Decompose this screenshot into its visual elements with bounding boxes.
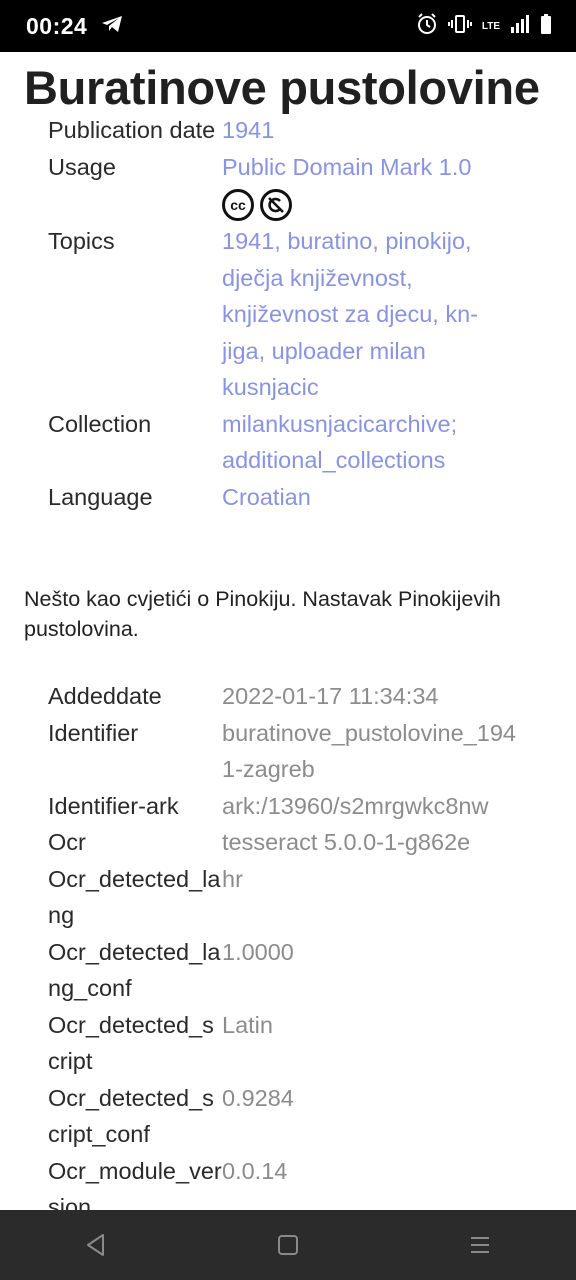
telegram-icon: [101, 15, 123, 38]
details-row: Identifier-ark ark:/13960/s2mrgwkc8nw: [48, 788, 528, 825]
menu-button[interactable]: [450, 1225, 510, 1265]
details-row: Ocr tesseract 5.0.0-1-g862e: [48, 824, 528, 861]
details-row: Addeddate 2022-01-17 11:34:34: [48, 678, 528, 715]
metadata-key: Usage: [48, 153, 116, 180]
details-key: Ocr_detected_script_conf: [48, 1084, 214, 1148]
metadata-key: Publication date: [48, 117, 216, 143]
details-row: Ocr_detected_script_conf 0.9284: [48, 1080, 528, 1153]
details-value: buratinove_pustolovine_1941-zagreb: [222, 719, 516, 783]
details-value: 0.9284: [222, 1084, 294, 1111]
metadata-value-link[interactable]: Croatian: [222, 479, 518, 516]
details-key: Ocr_module_version: [48, 1157, 222, 1211]
details-value: tesseract 5.0.0-1-g862e: [222, 829, 471, 855]
network-lte-label: LTE: [481, 20, 500, 32]
details-value: 0.0.14: [222, 1157, 288, 1184]
status-time: 00:24: [26, 12, 88, 39]
metadata-key: Language: [48, 483, 153, 510]
license-icons: cc: [222, 185, 518, 223]
details-table: Addeddate 2022-01-17 11:34:34 Identifier…: [48, 678, 528, 1210]
details-key: Ocr_detected_script: [48, 1011, 214, 1075]
creative-commons-icon[interactable]: cc: [222, 189, 254, 221]
back-button[interactable]: [66, 1225, 126, 1265]
navigation-bar: [0, 1210, 576, 1280]
details-value: 2022-01-17 11:34:34: [222, 683, 439, 709]
details-value: hr: [222, 865, 243, 892]
details-row: Ocr_detected_lang_conf 1.0000: [48, 934, 528, 1007]
status-bar: 00:24 LTE: [0, 0, 576, 52]
metadata-value-link[interactable]: 1941, buratino, pinokijo, dječja književ…: [222, 223, 518, 406]
details-row: Ocr_detected_lang hr: [48, 861, 528, 934]
details-row: Ocr_detected_script Latin: [48, 1007, 528, 1080]
metadata-table: Publication date 1941 Usage Public Domai…: [48, 112, 528, 515]
metadata-key: Topics: [48, 228, 115, 254]
vibrate-icon: [447, 14, 472, 39]
item-description: Nešto kao cvjetići o Pinokiju. Nastavak …: [24, 587, 501, 641]
details-row: Identifier buratinove_pustolovine_1941-z…: [48, 715, 528, 788]
metadata-value-link[interactable]: Public Domain Mark 1.0: [222, 149, 518, 186]
battery-icon: [540, 13, 552, 39]
metadata-row-topics: Topics 1941, buratino, pinokijo, dječja …: [48, 223, 528, 406]
details-key: Identifier-ark: [48, 792, 179, 819]
metadata-value-link[interactable]: 1941: [222, 112, 518, 149]
page-content: Buratinove pustolovine Publication date …: [0, 52, 576, 1210]
page-title: Buratinove pustolovine: [24, 61, 540, 114]
metadata-row-publication-date: Publication date 1941: [48, 112, 528, 149]
details-row: Ocr_module_version 0.0.14: [48, 1153, 528, 1211]
details-key: Ocr_detected_lang: [48, 865, 221, 929]
details-key: Ocr: [48, 829, 86, 855]
metadata-value-link[interactable]: milankusnjacicarchive; additional_collec…: [222, 406, 518, 479]
details-value: 1.0000: [222, 938, 294, 965]
metadata-row-language: Language Croatian: [48, 479, 528, 516]
details-key: Addeddate: [48, 683, 162, 709]
details-value: ark:/13960/s2mrgwkc8nw: [222, 792, 489, 819]
metadata-row-usage: Usage Public Domain Mark 1.0 cc: [48, 149, 528, 224]
home-button[interactable]: [258, 1225, 318, 1265]
metadata-row-collection: Collection milankusnjacicarchive; additi…: [48, 406, 528, 479]
public-domain-icon[interactable]: [260, 189, 292, 221]
details-key: Ocr_detected_lang_conf: [48, 938, 221, 1002]
metadata-key: Collection: [48, 410, 152, 437]
alarm-icon: [416, 12, 438, 40]
details-value: Latin: [222, 1011, 273, 1038]
signal-icon: [510, 14, 530, 38]
details-key: Identifier: [48, 719, 139, 746]
